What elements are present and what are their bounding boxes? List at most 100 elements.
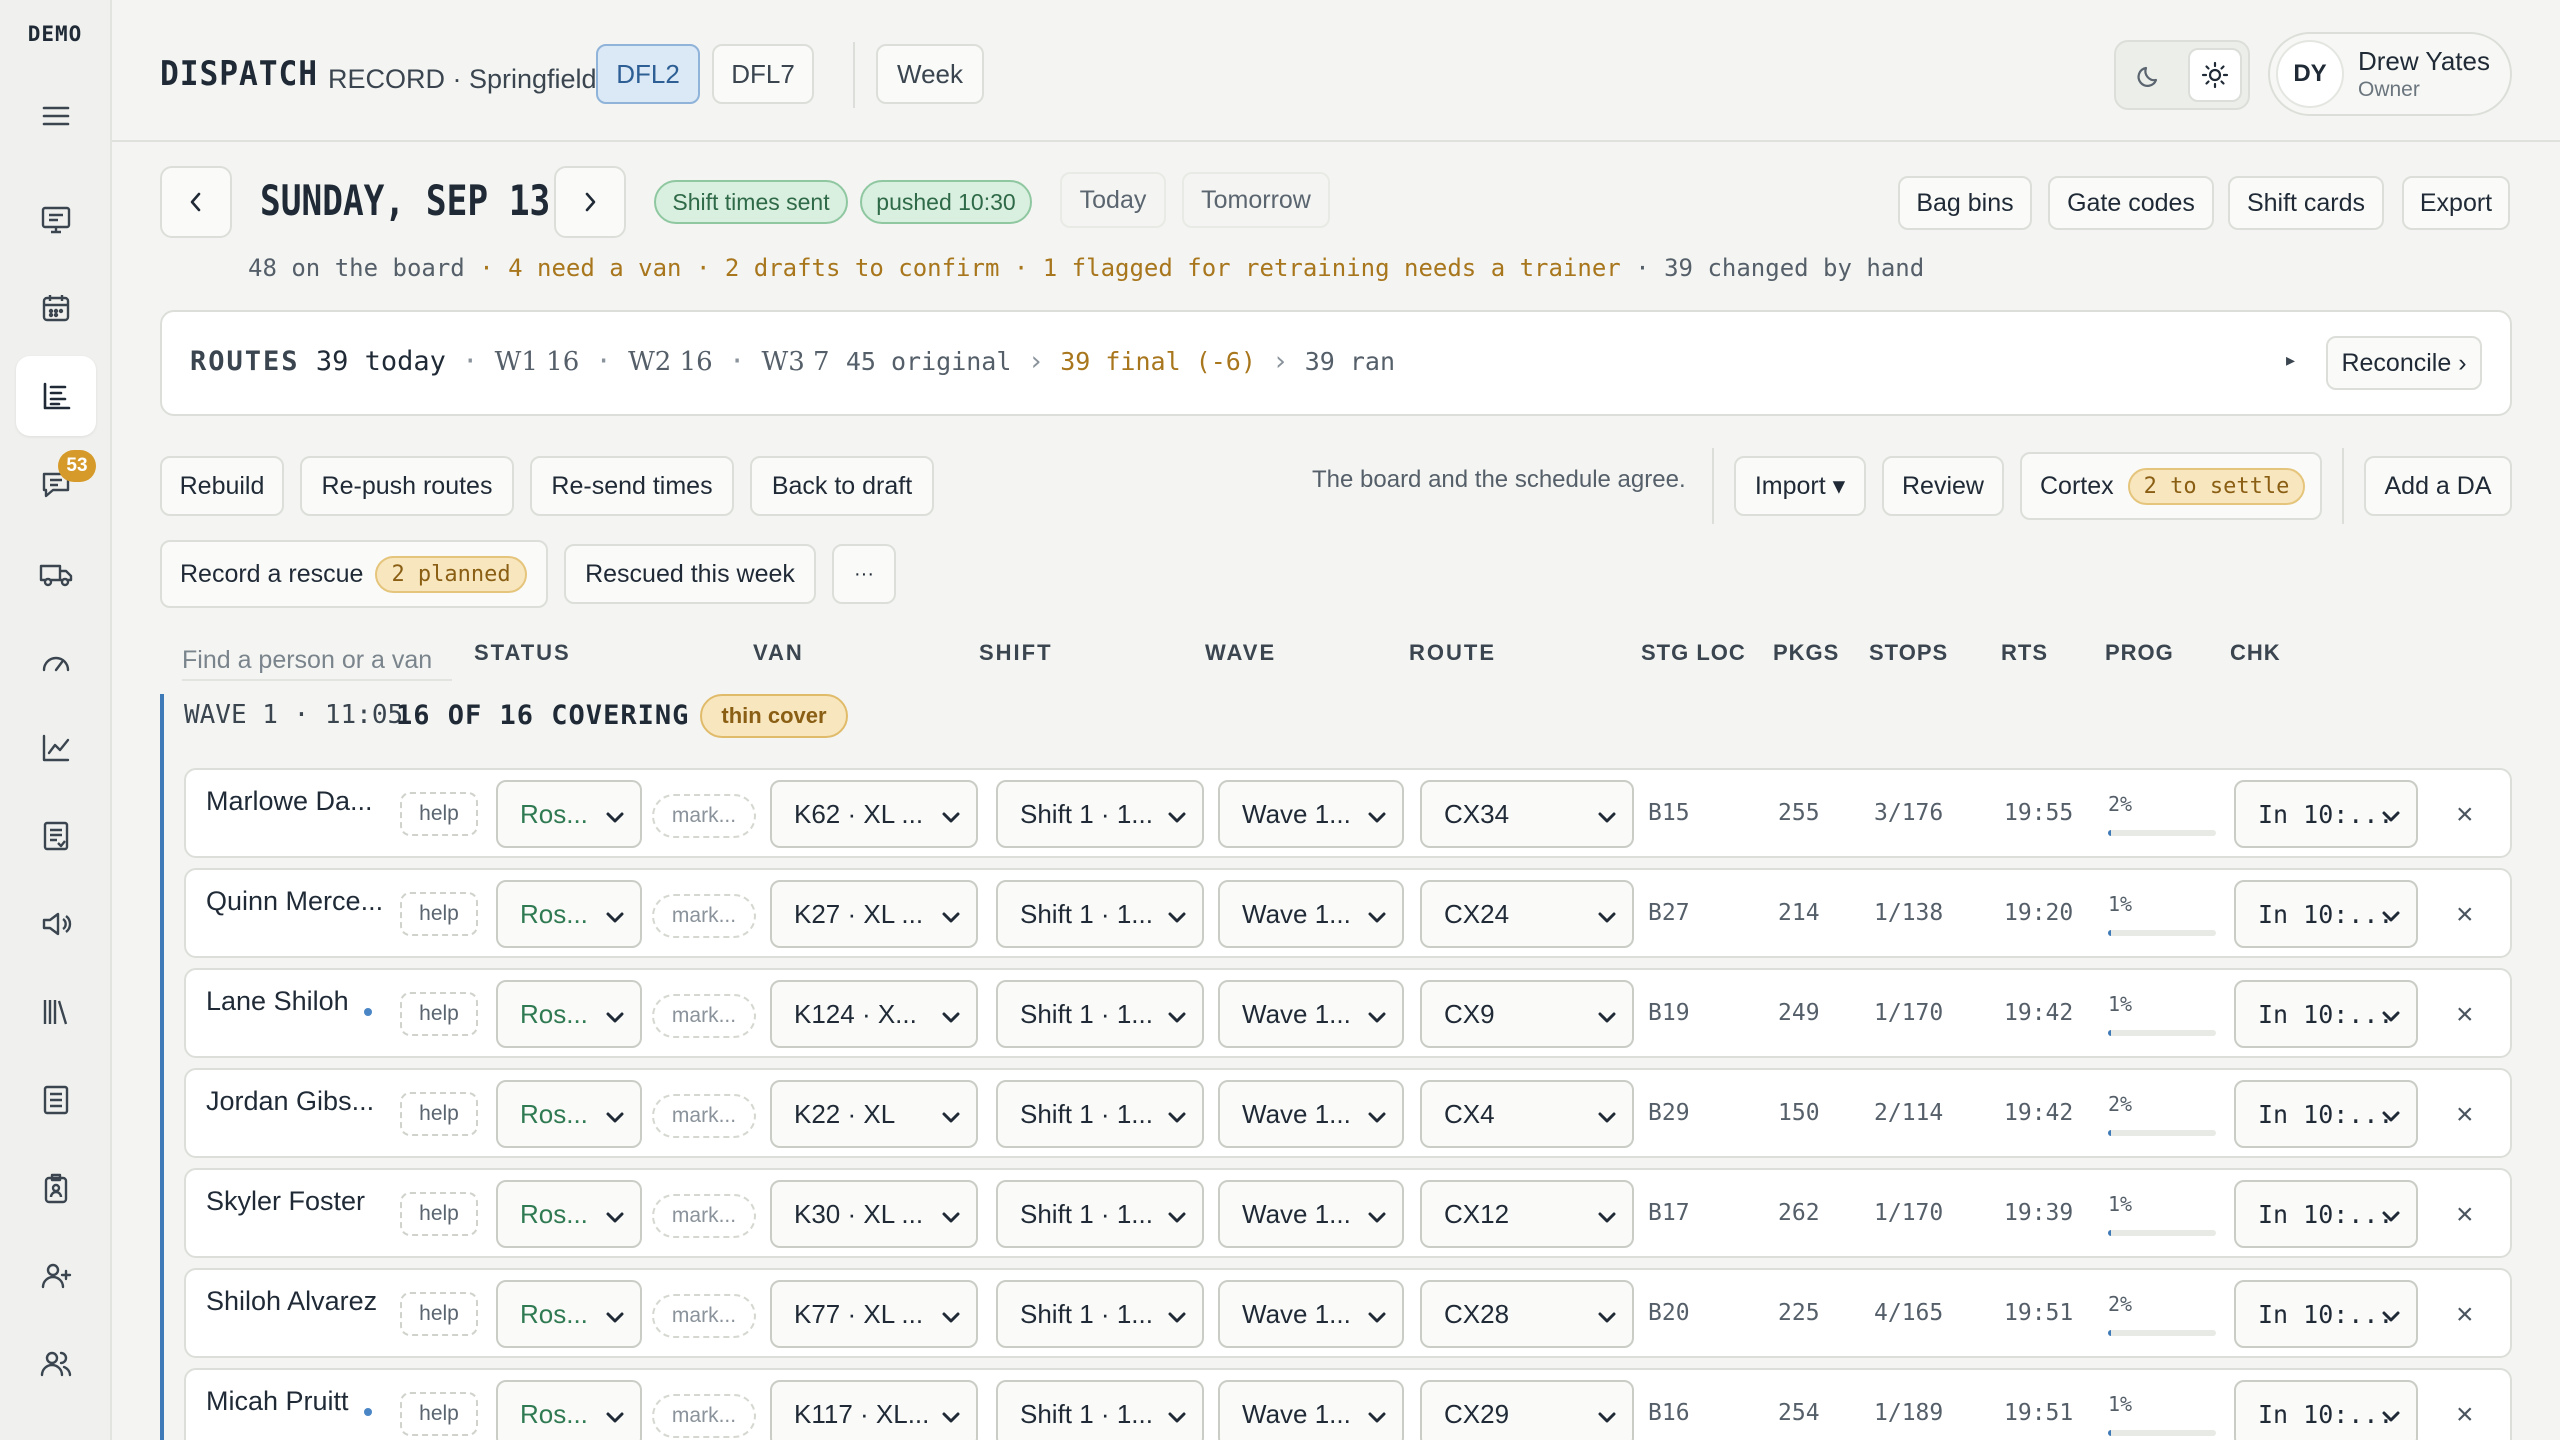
route-select[interactable]: CX34 bbox=[1420, 780, 1634, 848]
mark-button[interactable]: mark... bbox=[652, 1094, 756, 1138]
check-in-select[interactable]: In 10:... bbox=[2234, 980, 2418, 1048]
people-icon[interactable] bbox=[16, 1324, 96, 1404]
shift-select[interactable]: Shift 1 · 1... bbox=[996, 1380, 1204, 1440]
driver-name[interactable]: Jordan Gibs... bbox=[206, 1086, 374, 1117]
mark-button[interactable]: mark... bbox=[652, 994, 756, 1038]
driver-name[interactable]: Quinn Merce... bbox=[206, 886, 383, 917]
avatar[interactable]: DY bbox=[2276, 40, 2344, 108]
repush-routes-button[interactable]: Re-push routes bbox=[300, 456, 514, 516]
rescued-this-week-button[interactable]: Rescued this week bbox=[564, 544, 816, 604]
check-in-select[interactable]: In 10:... bbox=[2234, 1080, 2418, 1148]
remove-row-button[interactable]: × bbox=[2456, 898, 2474, 932]
check-in-select[interactable]: In 10:... bbox=[2234, 780, 2418, 848]
remove-row-button[interactable]: × bbox=[2456, 1198, 2474, 1232]
header-rts[interactable]: RTS bbox=[2001, 640, 2048, 666]
header-van[interactable]: VAN bbox=[753, 640, 804, 666]
status-select[interactable]: Ros... bbox=[496, 980, 642, 1048]
more-options-button[interactable]: ··· bbox=[832, 544, 896, 604]
library-icon[interactable] bbox=[16, 972, 96, 1052]
week-button[interactable]: Week bbox=[876, 44, 984, 104]
record-rescue-button[interactable]: Record a rescue 2 planned bbox=[160, 540, 548, 608]
review-button[interactable]: Review bbox=[1882, 456, 2004, 516]
status-select[interactable]: Ros... bbox=[496, 1180, 642, 1248]
help-button[interactable]: help bbox=[400, 1392, 478, 1436]
add-user-icon[interactable] bbox=[16, 1236, 96, 1316]
check-in-select[interactable]: In 10:... bbox=[2234, 880, 2418, 948]
rebuild-button[interactable]: Rebuild bbox=[160, 456, 284, 516]
sun-icon[interactable] bbox=[2188, 48, 2242, 102]
mark-button[interactable]: mark... bbox=[652, 794, 756, 838]
gauge-icon[interactable] bbox=[16, 622, 96, 702]
driver-name[interactable]: Shiloh Alvarez bbox=[206, 1286, 377, 1317]
shift-select[interactable]: Shift 1 · 1... bbox=[996, 1280, 1204, 1348]
wave-select[interactable]: Wave 1... bbox=[1218, 1180, 1404, 1248]
status-select[interactable]: Ros... bbox=[496, 1280, 642, 1348]
prev-day-button[interactable] bbox=[160, 166, 232, 238]
help-button[interactable]: help bbox=[400, 1192, 478, 1236]
expand-caret-icon[interactable]: ▸ bbox=[2286, 350, 2295, 371]
search-input[interactable]: Find a person or a van bbox=[182, 646, 452, 681]
wave-select[interactable]: Wave 1... bbox=[1218, 880, 1404, 948]
status-select[interactable]: Ros... bbox=[496, 880, 642, 948]
header-stg-loc[interactable]: STG LOC bbox=[1641, 640, 1746, 666]
mark-button[interactable]: mark... bbox=[652, 1194, 756, 1238]
driver-name[interactable]: Lane Shiloh bbox=[206, 986, 349, 1017]
header-shift[interactable]: SHIFT bbox=[979, 640, 1053, 666]
checklist-icon[interactable] bbox=[16, 1060, 96, 1140]
resend-times-button[interactable]: Re-send times bbox=[530, 456, 734, 516]
route-select[interactable]: CX12 bbox=[1420, 1180, 1634, 1248]
wave-select[interactable]: Wave 1... bbox=[1218, 1080, 1404, 1148]
help-button[interactable]: help bbox=[400, 1092, 478, 1136]
route-select[interactable]: CX24 bbox=[1420, 880, 1634, 948]
remove-row-button[interactable]: × bbox=[2456, 798, 2474, 832]
header-chk[interactable]: CHK bbox=[2230, 640, 2281, 666]
shift-select[interactable]: Shift 1 · 1... bbox=[996, 1180, 1204, 1248]
driver-name[interactable]: Skyler Foster bbox=[206, 1186, 365, 1217]
remove-row-button[interactable]: × bbox=[2456, 1398, 2474, 1432]
mark-button[interactable]: mark... bbox=[652, 1294, 756, 1338]
monitor-icon[interactable] bbox=[16, 180, 96, 260]
van-select[interactable]: K22 · XL bbox=[770, 1080, 978, 1148]
truck-icon[interactable] bbox=[16, 534, 96, 614]
calendar-icon[interactable] bbox=[16, 268, 96, 348]
gate-codes-button[interactable]: Gate codes bbox=[2048, 176, 2214, 230]
help-button[interactable]: help bbox=[400, 992, 478, 1036]
mark-button[interactable]: mark... bbox=[652, 894, 756, 938]
header-status[interactable]: STATUS bbox=[474, 640, 571, 666]
route-select[interactable]: CX4 bbox=[1420, 1080, 1634, 1148]
status-select[interactable]: Ros... bbox=[496, 1380, 642, 1440]
cortex-button[interactable]: Cortex 2 to settle bbox=[2020, 452, 2322, 520]
mark-button[interactable]: mark... bbox=[652, 1394, 756, 1438]
bag-bins-button[interactable]: Bag bins bbox=[1898, 176, 2032, 230]
van-select[interactable]: K30 · XL ... bbox=[770, 1180, 978, 1248]
status-select[interactable]: Ros... bbox=[496, 1080, 642, 1148]
check-in-select[interactable]: In 10:... bbox=[2234, 1380, 2418, 1440]
help-button[interactable]: help bbox=[400, 892, 478, 936]
reconcile-button[interactable]: Reconcile › bbox=[2326, 336, 2482, 390]
remove-row-button[interactable]: × bbox=[2456, 1298, 2474, 1332]
report-icon[interactable] bbox=[16, 796, 96, 876]
add-da-button[interactable]: Add a DA bbox=[2364, 456, 2512, 516]
dispatch-board-icon[interactable] bbox=[16, 356, 96, 436]
wave-select[interactable]: Wave 1... bbox=[1218, 980, 1404, 1048]
import-dropdown[interactable]: Import ▾ bbox=[1734, 456, 1866, 516]
van-select[interactable]: K124 · X... bbox=[770, 980, 978, 1048]
remove-row-button[interactable]: × bbox=[2456, 1098, 2474, 1132]
shift-select[interactable]: Shift 1 · 1... bbox=[996, 880, 1204, 948]
next-day-button[interactable] bbox=[554, 166, 626, 238]
status-select[interactable]: Ros... bbox=[496, 780, 642, 848]
announce-icon[interactable] bbox=[16, 884, 96, 964]
help-button[interactable]: help bbox=[400, 792, 478, 836]
route-select[interactable]: CX28 bbox=[1420, 1280, 1634, 1348]
station-tab-dfl2[interactable]: DFL2 bbox=[596, 44, 700, 104]
header-route[interactable]: ROUTE bbox=[1409, 640, 1496, 666]
wave-select[interactable]: Wave 1... bbox=[1218, 1380, 1404, 1440]
help-button[interactable]: help bbox=[400, 1292, 478, 1336]
today-button[interactable]: Today bbox=[1060, 172, 1166, 228]
route-select[interactable]: CX9 bbox=[1420, 980, 1634, 1048]
shift-select[interactable]: Shift 1 · 1... bbox=[996, 1080, 1204, 1148]
shift-cards-button[interactable]: Shift cards bbox=[2228, 176, 2384, 230]
moon-icon[interactable] bbox=[2124, 50, 2176, 102]
header-stops[interactable]: STOPS bbox=[1869, 640, 1948, 666]
check-in-select[interactable]: In 10:... bbox=[2234, 1280, 2418, 1348]
